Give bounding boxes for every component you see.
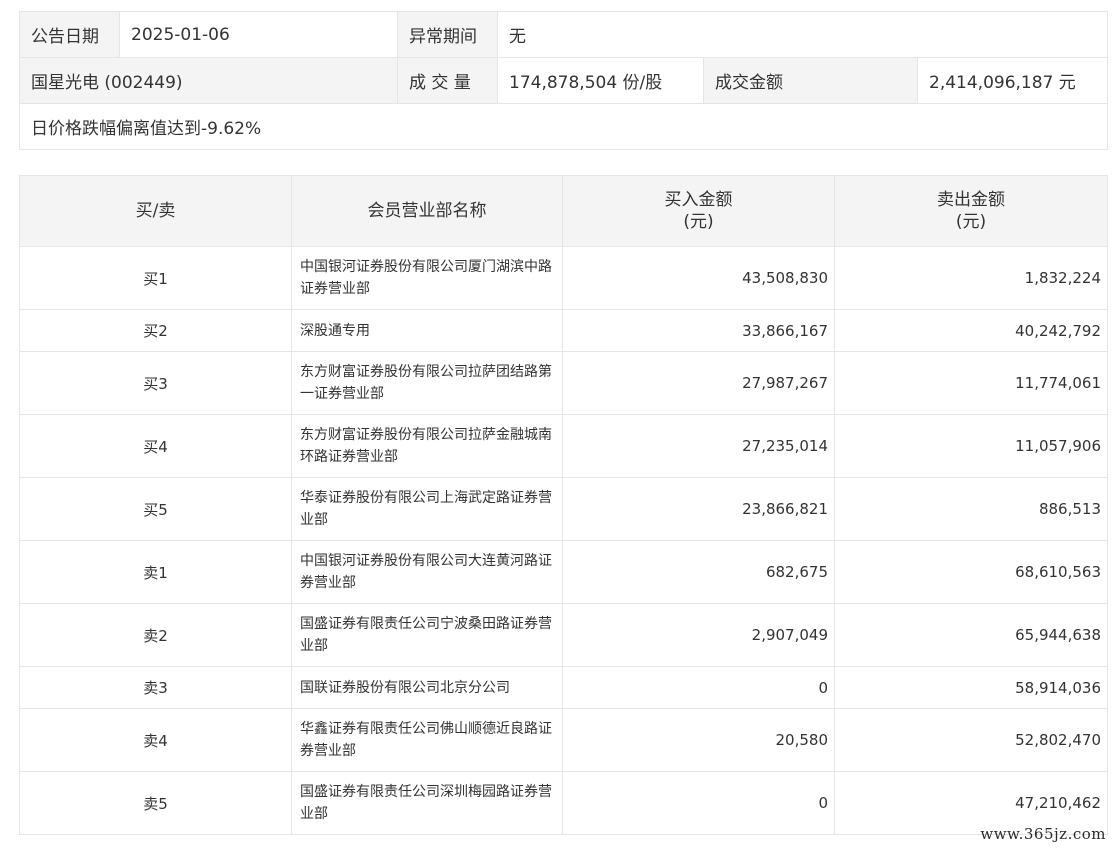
row-side: 买5 <box>19 477 292 541</box>
row-buy-amount: 33,866,167 <box>562 309 835 352</box>
site-watermark: www.365jz.com <box>980 825 1106 843</box>
row-buy-amount: 43,508,830 <box>562 246 835 310</box>
table-row: 买2 深股通专用 33,866,167 40,242,792 <box>19 309 1108 352</box>
header-buy-amount-title: 买入金额 <box>664 190 733 210</box>
row-side: 卖1 <box>19 540 292 604</box>
row-side: 卖2 <box>19 603 292 667</box>
row-sell-amount: 40,242,792 <box>834 309 1108 352</box>
abnormal-reason: 日价格跌幅偏离值达到-9.62% <box>18 103 1109 150</box>
row-buy-amount: 682,675 <box>562 540 835 604</box>
header-buy-amount: 买入金额 (元) <box>562 175 835 247</box>
amount-value: 2,414,096,187 元 <box>916 57 1109 104</box>
row-branch-name: 华鑫证券有限责任公司佛山顺德近良路证券营业部 <box>291 708 563 772</box>
row-branch-name: 国盛证券有限责任公司深圳梅园路证券营业部 <box>291 771 563 835</box>
announcement-info-table: 公告日期 2025-01-06 异常期间 无 国星光电 (002449) 成 交… <box>18 11 1109 150</box>
row-branch-name: 东方财富证券股份有限公司拉萨团结路第一证券营业部 <box>291 351 563 415</box>
row-sell-amount: 886,513 <box>834 477 1108 541</box>
table-row: 买1 中国银河证券股份有限公司厦门湖滨中路证券营业部 43,508,830 1,… <box>19 246 1108 310</box>
table-row: 买3 东方财富证券股份有限公司拉萨团结路第一证券营业部 27,987,267 1… <box>19 351 1108 415</box>
row-side: 买2 <box>19 309 292 352</box>
table-row: 卖5 国盛证券有限责任公司深圳梅园路证券营业部 0 47,210,462 <box>19 771 1108 835</box>
table-row: 买5 华泰证券股份有限公司上海武定路证券营业部 23,866,821 886,5… <box>19 477 1108 541</box>
row-buy-amount: 2,907,049 <box>562 603 835 667</box>
row-buy-amount: 27,987,267 <box>562 351 835 415</box>
table-row: 卖3 国联证券股份有限公司北京分公司 0 58,914,036 <box>19 666 1108 709</box>
broker-trade-table: 买/卖 会员营业部名称 买入金额 (元) 卖出金额 (元) 买1 中国银河证券股… <box>19 175 1108 835</box>
row-side: 买3 <box>19 351 292 415</box>
row-branch-name: 华泰证券股份有限公司上海武定路证券营业部 <box>291 477 563 541</box>
row-branch-name: 东方财富证券股份有限公司拉萨金融城南环路证券营业部 <box>291 414 563 478</box>
row-sell-amount: 68,610,563 <box>834 540 1108 604</box>
volume-value: 174,878,504 份/股 <box>497 57 704 104</box>
row-sell-amount: 58,914,036 <box>834 666 1108 709</box>
header-sell-amount-title: 卖出金额 <box>937 190 1005 210</box>
table-row: 卖2 国盛证券有限责任公司宁波桑田路证券营业部 2,907,049 65,944… <box>19 603 1108 667</box>
volume-label: 成 交 量 <box>397 57 498 104</box>
row-sell-amount: 65,944,638 <box>834 603 1108 667</box>
abnormal-period-label: 异常期间 <box>397 11 498 58</box>
row-sell-amount: 11,057,906 <box>834 414 1108 478</box>
table-row: 卖1 中国银河证券股份有限公司大连黄河路证券营业部 682,675 68,610… <box>19 540 1108 604</box>
row-side: 买1 <box>19 246 292 310</box>
header-sell-amount-unit: (元) <box>955 212 987 232</box>
row-side: 卖4 <box>19 708 292 772</box>
row-branch-name: 国联证券股份有限公司北京分公司 <box>291 666 563 709</box>
header-buy-amount-unit: (元) <box>683 212 714 232</box>
row-sell-amount: 52,802,470 <box>834 708 1108 772</box>
row-buy-amount: 20,580 <box>562 708 835 772</box>
abnormal-period-value: 无 <box>496 11 1109 58</box>
row-side: 卖3 <box>19 666 292 709</box>
row-side: 卖5 <box>19 771 292 835</box>
table-row: 卖4 华鑫证券有限责任公司佛山顺德近良路证券营业部 20,580 52,802,… <box>19 708 1108 772</box>
row-sell-amount: 11,774,061 <box>834 351 1108 415</box>
table-header-row: 买/卖 会员营业部名称 买入金额 (元) 卖出金额 (元) <box>19 175 1108 247</box>
row-branch-name: 中国银河证券股份有限公司厦门湖滨中路证券营业部 <box>291 246 563 310</box>
row-buy-amount: 0 <box>562 666 835 709</box>
announce-date-value: 2025-01-06 <box>119 11 398 58</box>
row-buy-amount: 23,866,821 <box>562 477 835 541</box>
announce-date-label: 公告日期 <box>19 11 120 58</box>
row-sell-amount: 1,832,224 <box>834 246 1108 310</box>
row-branch-name: 深股通专用 <box>291 309 563 352</box>
row-branch-name: 中国银河证券股份有限公司大连黄河路证券营业部 <box>291 540 563 604</box>
row-branch-name: 国盛证券有限责任公司宁波桑田路证券营业部 <box>291 603 563 667</box>
row-side: 买4 <box>19 414 292 478</box>
row-buy-amount: 0 <box>562 771 835 835</box>
stock-name-code: 国星光电 (002449) <box>19 57 398 104</box>
header-sell-amount: 卖出金额 (元) <box>834 175 1108 247</box>
header-side: 买/卖 <box>19 175 292 247</box>
table-row: 买4 东方财富证券股份有限公司拉萨金融城南环路证券营业部 27,235,014 … <box>19 414 1108 478</box>
amount-label: 成交金额 <box>703 57 918 104</box>
row-buy-amount: 27,235,014 <box>562 414 835 478</box>
header-branch-name: 会员营业部名称 <box>291 175 563 247</box>
